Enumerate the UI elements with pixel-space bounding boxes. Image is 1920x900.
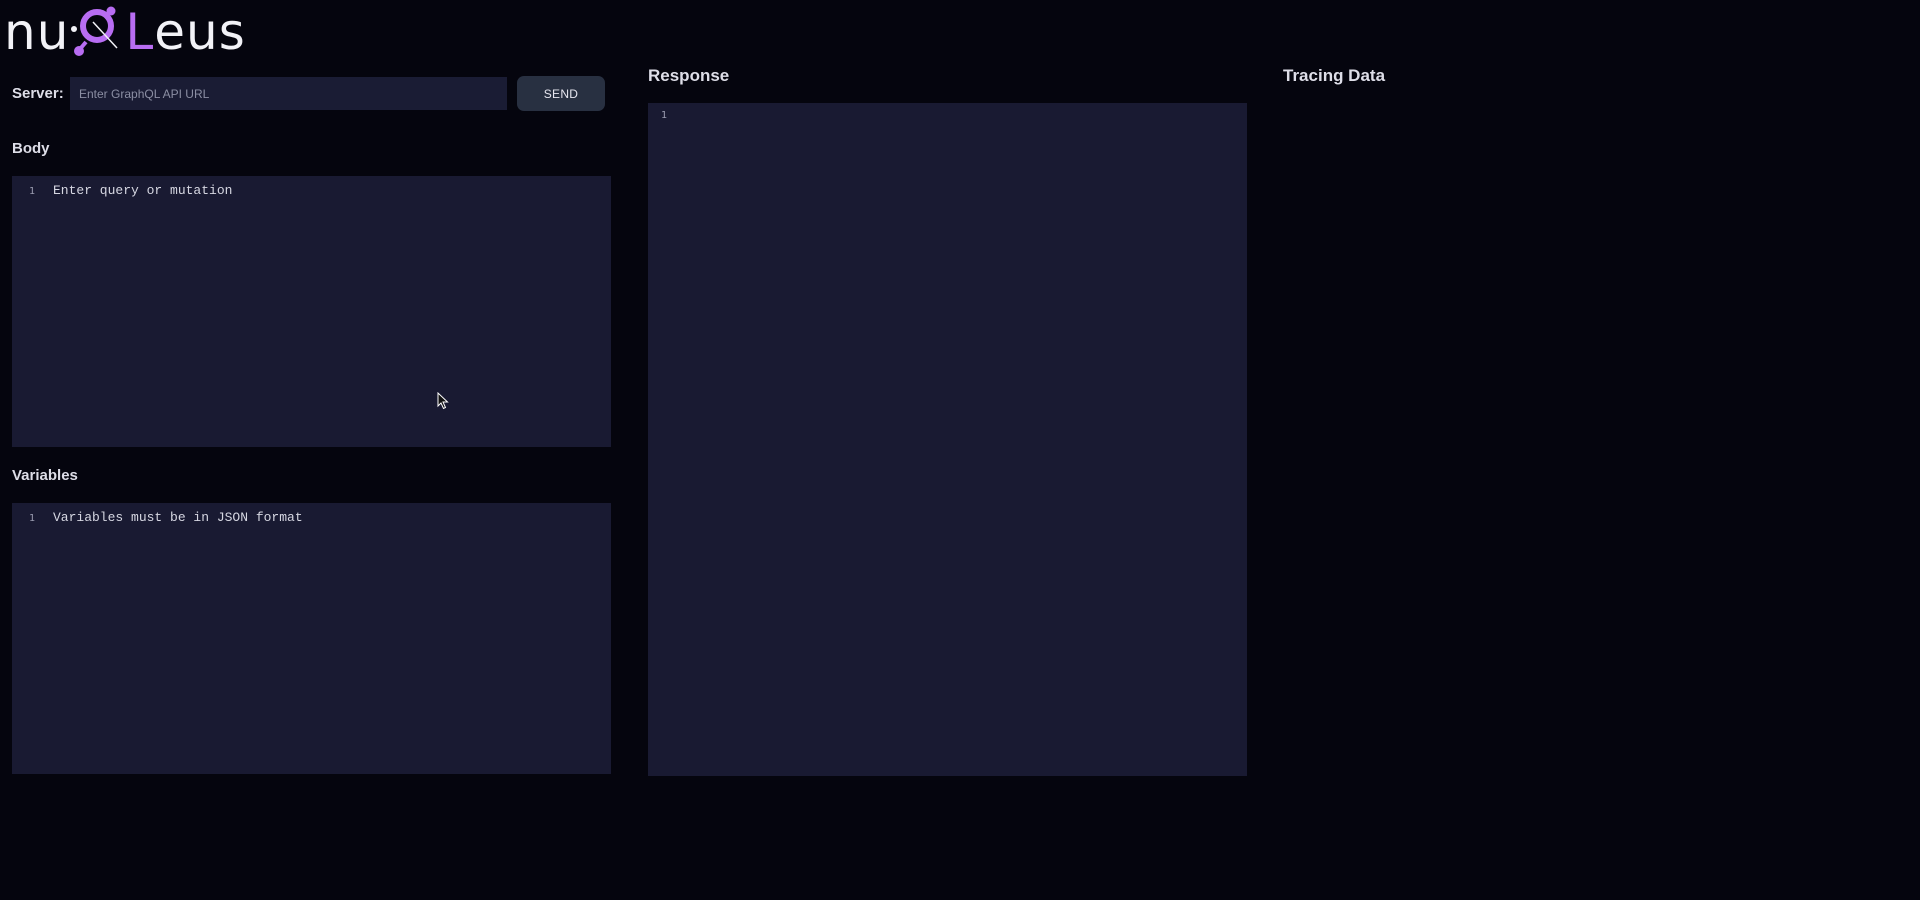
body-title: Body <box>12 140 50 157</box>
body-editor[interactable]: 1 Enter query or mutation <box>12 176 611 447</box>
app-logo: nu L eus <box>4 4 246 60</box>
magnifying-glass-molecule-icon <box>71 6 118 56</box>
variables-placeholder: Variables must be in JSON format <box>53 510 303 525</box>
logo-text-part2: L <box>125 3 155 61</box>
response-editor[interactable]: 1 <box>648 103 1247 776</box>
logo-text-part1: nu <box>4 3 70 61</box>
tracing-data-title: Tracing Data <box>1283 66 1386 85</box>
body-placeholder: Enter query or mutation <box>53 183 233 198</box>
line-number: 1 <box>28 513 36 524</box>
server-label: Server: <box>12 85 64 102</box>
body-editor-gutter: 1 <box>12 176 52 197</box>
variables-title: Variables <box>12 467 78 484</box>
variables-editor[interactable]: 1 Variables must be in JSON format <box>12 503 611 774</box>
server-url-input[interactable] <box>70 77 507 110</box>
line-number: 1 <box>28 186 36 197</box>
logo-text-part3: eus <box>154 3 246 61</box>
response-title: Response <box>648 66 730 85</box>
mouse-pointer-icon <box>437 392 449 410</box>
variables-editor-gutter: 1 <box>12 503 52 524</box>
response-editor-gutter: 1 <box>648 103 680 121</box>
line-number: 1 <box>660 110 668 121</box>
send-button[interactable]: SEND <box>517 76 605 111</box>
